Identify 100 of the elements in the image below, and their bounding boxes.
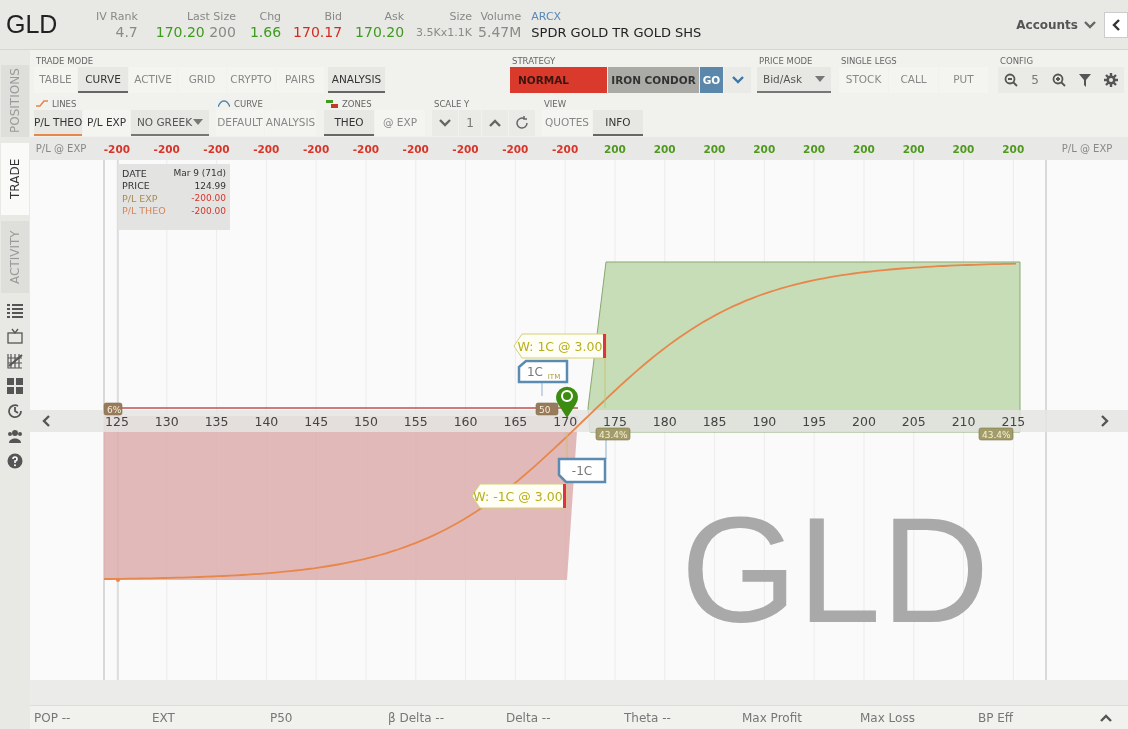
quote-label: Ask [384,9,405,23]
side-tab[interactable]: POSITIONS [1,65,29,137]
side-tab[interactable]: ACTIVITY [1,221,29,293]
axis-tick-label: 170 [553,414,578,429]
axis-tick-label: 165 [503,414,528,429]
axis-tick-label: 130 [154,414,179,429]
chevron-down-icon [1084,20,1096,29]
leader-line [541,382,543,397]
group-label: TRADE MODE [35,54,95,67]
pl-value: -200 [153,142,180,155]
probability-badge: 6% [103,402,123,416]
group-label: VIEW [543,97,568,110]
scroll-left-icon[interactable] [42,415,50,427]
axis-tick-label: 150 [354,414,378,429]
info-label: P/L EXP [122,192,158,204]
side-tab[interactable]: TRADE [1,143,29,215]
info-value: Mar 9 (71d) [173,168,226,179]
order-tag[interactable]: W: -1C @ 3.00 [471,483,567,509]
axis-tick-label: 190 [752,414,777,429]
info-value: -200.00 [191,193,226,204]
instrument-name: SPDR GOLD TR GOLD SHS [531,24,702,40]
mode-tab[interactable]: ANALYSIS [328,67,385,93]
quote-label: Last Size [186,9,236,23]
scale-down-button[interactable] [432,110,458,136]
status-metric: POP -- [34,710,72,725]
chevron-down-icon [731,76,744,84]
axis-tick-label: 125 [105,414,129,429]
list-icon[interactable] [7,303,23,319]
users-icon[interactable] [7,428,23,444]
curve-icon [218,100,230,107]
tv-icon[interactable] [7,328,23,344]
pl-value: -200 [402,142,429,155]
chevron-down-icon [439,119,451,127]
info-label: PRICE [122,180,150,192]
line-toggle[interactable]: P/L THEO [34,110,82,136]
group-label: SCALE Y [433,97,471,110]
view-option[interactable]: INFO [593,110,643,136]
info-value: 124.99 [194,180,226,191]
zone-option[interactable]: THEO [324,110,374,136]
status-metric: EXT [152,710,176,725]
group-label: LINES [52,98,77,109]
exchange-label: ARCX [531,9,563,23]
dropdown-button[interactable] [724,67,751,93]
pl-value: 200 [803,142,825,155]
zones-icon [326,99,338,108]
axis-tick-label: 210 [951,414,976,429]
quote-value: 170.17 [293,23,343,40]
axis-tick-label: 145 [304,414,329,429]
probability-badge: 43.4% [978,427,1014,441]
quote-label: Bid [324,9,343,23]
status-metric: BP Eff [978,710,1015,725]
axis-tick-label: 140 [254,414,279,429]
pl-value: -200 [103,142,131,155]
quote-value: 170.20 [355,23,405,40]
group-label: STRATEGY [511,54,557,67]
scale-up-button[interactable] [482,110,508,136]
info-label: DATE [122,167,147,179]
order-tag[interactable]: W: 1C @ 3.00 [513,333,607,359]
axis-tick-label: 215 [1001,414,1026,429]
pl-value: -200 [352,142,379,155]
grid-icon[interactable] [7,378,23,394]
pl-value: 200 [603,142,626,155]
accounts-menu[interactable]: Accounts [1008,17,1104,32]
quote-value: 4.7 [115,23,138,40]
status-metric: β Delta -- [388,710,445,725]
line-icon [36,100,48,107]
reset-icon[interactable] [509,110,535,136]
strategy-button[interactable]: IRON CONDOR [608,67,699,93]
price-pin-icon[interactable] [556,386,578,418]
collapse-button[interactable] [1104,11,1128,38]
go-button[interactable]: GO [700,67,723,93]
history-icon[interactable] [7,403,23,419]
chart-icon[interactable] [7,353,23,369]
scroll-right-icon[interactable] [1101,415,1109,427]
pl-value: 200 [852,142,875,155]
pl-value: -200 [253,142,280,155]
greek-select[interactable]: NO GREEK [131,110,209,136]
status-metric: Max Profit [742,710,803,725]
position-tag[interactable]: -1C [557,457,607,484]
pl-value: 200 [753,142,776,155]
chevron-up-icon [489,119,501,127]
strategy-button[interactable]: NORMAL [510,67,607,93]
axis-tick-label: 195 [802,414,827,429]
help-icon[interactable] [7,453,23,469]
dropdown-triangle-icon [815,76,825,82]
axis-tick-label: 200 [852,414,876,429]
info-value: -200.00 [191,205,226,216]
pl-value: -200 [502,142,529,155]
axis-tick-label: 135 [204,414,229,429]
chevron-left-icon [1112,18,1120,31]
status-metric: P50 [270,710,294,725]
axis-tick-label: 175 [603,414,627,429]
mode-tab[interactable]: CURVE [78,67,128,93]
status-metric: Delta -- [506,710,552,725]
pl-value: 200 [902,142,925,155]
price-mode-select[interactable]: Bid/Ask [757,67,831,93]
expand-icon[interactable] [1100,712,1112,723]
axis-tick-label: 155 [403,414,428,429]
pl-value: 200 [703,142,726,155]
group-label: CONFIG [999,54,1034,67]
